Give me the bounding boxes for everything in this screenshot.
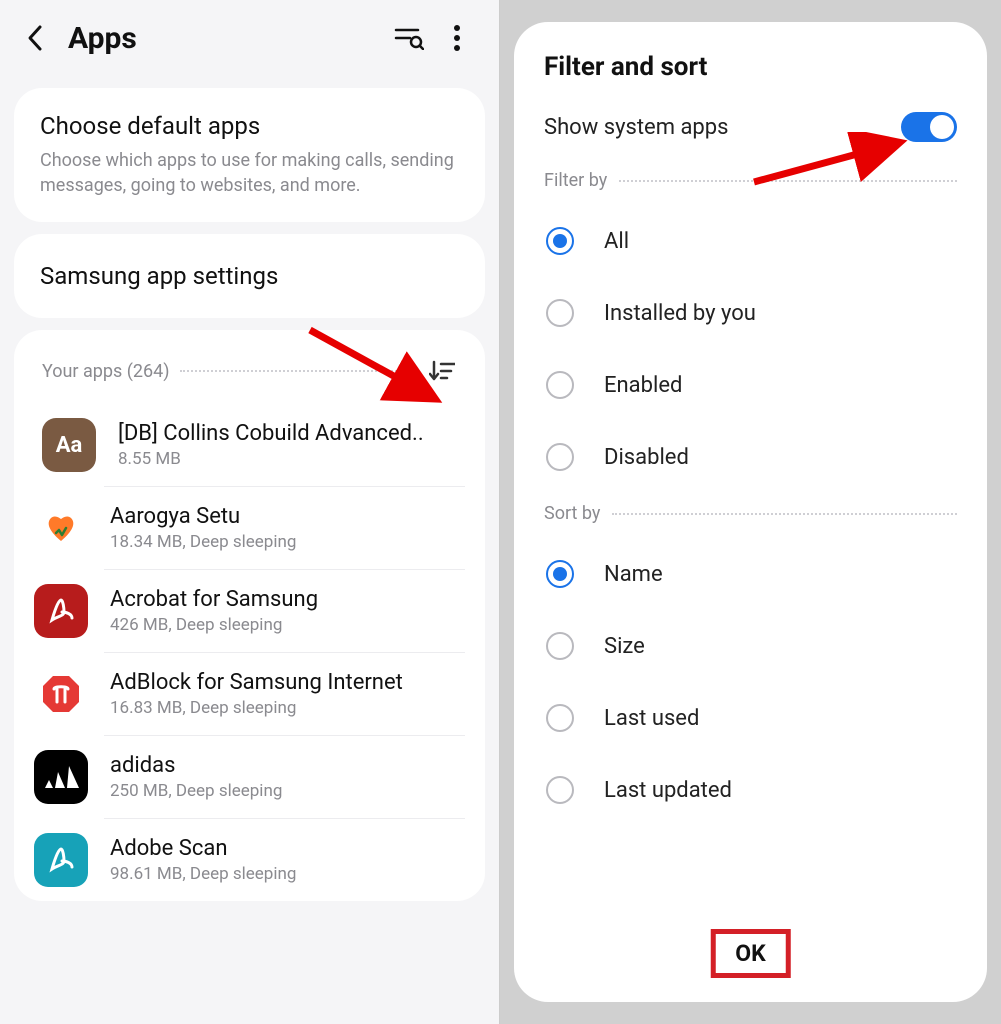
samsung-app-settings-card[interactable]: Samsung app settings bbox=[14, 234, 485, 318]
choose-default-apps-card[interactable]: Choose default apps Choose which apps to… bbox=[14, 88, 485, 222]
dotted-divider bbox=[612, 513, 957, 515]
search-list-button[interactable] bbox=[391, 20, 427, 56]
your-apps-header: Your apps (264) bbox=[42, 356, 457, 386]
radio-label: Size bbox=[604, 634, 645, 659]
radio-icon bbox=[546, 443, 574, 471]
more-vertical-icon bbox=[453, 24, 461, 52]
app-row[interactable]: Aa [DB] Collins Cobuild Advanced.. 8.55 … bbox=[34, 404, 465, 486]
app-meta: 18.34 MB, Deep sleeping bbox=[110, 532, 296, 552]
sort-icon bbox=[429, 360, 455, 382]
radio-icon bbox=[546, 704, 574, 732]
app-row[interactable]: Acrobat for Samsung 426 MB, Deep sleepin… bbox=[104, 569, 465, 652]
more-menu-button[interactable] bbox=[439, 20, 475, 56]
top-bar: Apps bbox=[0, 0, 499, 76]
radio-label: Last updated bbox=[604, 778, 732, 803]
app-name: adidas bbox=[110, 753, 282, 778]
filter-sort-dialog-screen: Filter and sort Show system apps Filter … bbox=[500, 0, 1001, 1024]
app-row[interactable]: Aarogya Setu 18.34 MB, Deep sleeping bbox=[104, 486, 465, 569]
app-name: Acrobat for Samsung bbox=[110, 587, 318, 612]
toggle-label: Show system apps bbox=[544, 115, 728, 140]
dotted-divider bbox=[180, 370, 417, 372]
app-icon bbox=[34, 584, 88, 638]
app-icon bbox=[34, 750, 88, 804]
radio-icon bbox=[546, 632, 574, 660]
app-name: Adobe Scan bbox=[110, 836, 296, 861]
sort-by-header: Sort by bbox=[544, 503, 957, 524]
toggle-thumb bbox=[930, 115, 954, 139]
sort-filter-button[interactable] bbox=[427, 356, 457, 386]
radio-label: Name bbox=[604, 562, 663, 587]
app-meta: 8.55 MB bbox=[118, 449, 424, 469]
filter-option[interactable]: Enabled bbox=[544, 349, 957, 421]
card-subtitle: Choose which apps to use for making call… bbox=[40, 148, 459, 198]
radio-label: Last used bbox=[604, 706, 699, 731]
app-icon bbox=[34, 833, 88, 887]
filter-option[interactable]: Disabled bbox=[544, 421, 957, 493]
app-row[interactable]: adidas 250 MB, Deep sleeping bbox=[104, 735, 465, 818]
page-title: Apps bbox=[68, 21, 391, 56]
sort-by-label: Sort by bbox=[544, 503, 600, 524]
dialog-title: Filter and sort bbox=[544, 52, 957, 82]
app-icon bbox=[34, 667, 88, 721]
app-name: [DB] Collins Cobuild Advanced.. bbox=[118, 421, 424, 446]
dotted-divider bbox=[619, 180, 957, 182]
app-meta: 16.83 MB, Deep sleeping bbox=[110, 698, 403, 718]
your-apps-label: Your apps (264) bbox=[42, 361, 170, 382]
radio-icon bbox=[546, 776, 574, 804]
filter-by-label: Filter by bbox=[544, 170, 607, 191]
ok-button[interactable]: OK bbox=[710, 929, 790, 978]
sort-option[interactable]: Last updated bbox=[544, 754, 957, 826]
back-button[interactable] bbox=[20, 23, 50, 53]
show-system-apps-row[interactable]: Show system apps bbox=[544, 112, 957, 142]
app-name: AdBlock for Samsung Internet bbox=[110, 670, 403, 695]
app-meta: 98.61 MB, Deep sleeping bbox=[110, 864, 296, 884]
radio-label: Installed by you bbox=[604, 301, 756, 326]
radio-label: Enabled bbox=[604, 373, 682, 398]
sort-option[interactable]: Name bbox=[544, 538, 957, 610]
app-meta: 426 MB, Deep sleeping bbox=[110, 615, 318, 635]
radio-icon bbox=[546, 299, 574, 327]
app-icon bbox=[34, 501, 88, 555]
app-name: Aarogya Setu bbox=[110, 504, 296, 529]
app-row[interactable]: AdBlock for Samsung Internet 16.83 MB, D… bbox=[104, 652, 465, 735]
filter-option[interactable]: Installed by you bbox=[544, 277, 957, 349]
radio-label: All bbox=[604, 229, 629, 254]
radio-label: Disabled bbox=[604, 445, 689, 470]
radio-icon bbox=[546, 227, 574, 255]
apps-settings-screen: Apps Choose default apps Choose which ap… bbox=[0, 0, 500, 1024]
sort-option[interactable]: Last used bbox=[544, 682, 957, 754]
app-meta: 250 MB, Deep sleeping bbox=[110, 781, 282, 801]
filter-by-header: Filter by bbox=[544, 170, 957, 191]
show-system-apps-toggle[interactable] bbox=[901, 112, 957, 142]
search-list-icon bbox=[394, 26, 424, 50]
filter-sort-dialog: Filter and sort Show system apps Filter … bbox=[514, 22, 987, 1002]
filter-option[interactable]: All bbox=[544, 205, 957, 277]
app-row[interactable]: Adobe Scan 98.61 MB, Deep sleeping bbox=[104, 818, 465, 901]
card-title: Samsung app settings bbox=[40, 262, 459, 290]
sort-option[interactable]: Size bbox=[544, 610, 957, 682]
radio-icon bbox=[546, 560, 574, 588]
radio-icon bbox=[546, 371, 574, 399]
card-title: Choose default apps bbox=[40, 112, 459, 140]
app-icon: Aa bbox=[42, 418, 96, 472]
chevron-left-icon bbox=[26, 24, 44, 52]
your-apps-card: Your apps (264) Aa [DB] Collins Cobuild … bbox=[14, 330, 485, 901]
